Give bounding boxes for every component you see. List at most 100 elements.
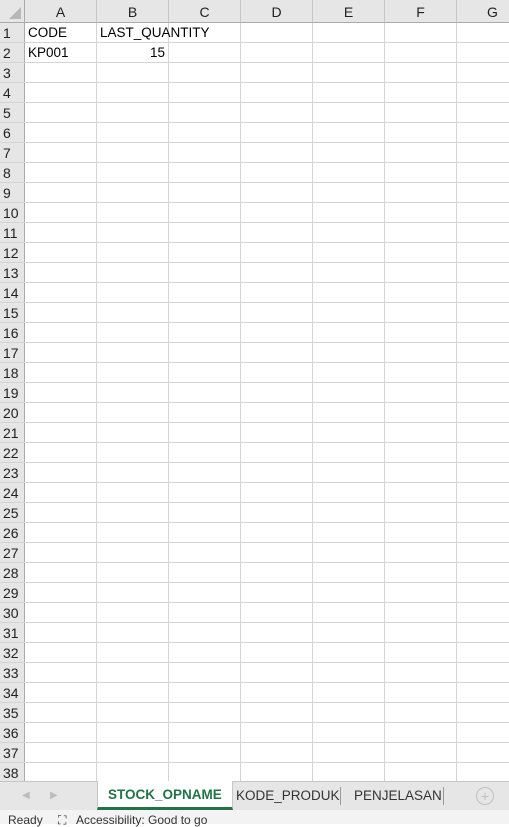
cell-c27[interactable]: [169, 543, 241, 562]
cell-e29[interactable]: [313, 583, 385, 602]
column-header-e[interactable]: E: [313, 0, 385, 22]
cell-b30[interactable]: [97, 603, 169, 622]
cell-g14[interactable]: [457, 283, 509, 302]
row-header[interactable]: 31: [0, 623, 25, 642]
cell-b14[interactable]: [97, 283, 169, 302]
cell-f1[interactable]: [385, 23, 457, 42]
cell-e7[interactable]: [313, 143, 385, 162]
cell-d8[interactable]: [241, 163, 313, 182]
cell-a25[interactable]: [25, 503, 97, 522]
cell-c11[interactable]: [169, 223, 241, 242]
cell-g7[interactable]: [457, 143, 509, 162]
cell-e14[interactable]: [313, 283, 385, 302]
cell-d18[interactable]: [241, 363, 313, 382]
row-header[interactable]: 2: [0, 43, 25, 62]
cell-c8[interactable]: [169, 163, 241, 182]
cell-b1[interactable]: LAST_QUANTITY: [97, 23, 210, 42]
cell-g8[interactable]: [457, 163, 509, 182]
cell-d34[interactable]: [241, 683, 313, 702]
cell-a16[interactable]: [25, 323, 97, 342]
cell-a30[interactable]: [25, 603, 97, 622]
row-header[interactable]: 32: [0, 643, 25, 662]
cell-c37[interactable]: [169, 743, 241, 762]
cell-c9[interactable]: [169, 183, 241, 202]
cell-e10[interactable]: [313, 203, 385, 222]
cell-d6[interactable]: [241, 123, 313, 142]
cell-e30[interactable]: [313, 603, 385, 622]
cell-c31[interactable]: [169, 623, 241, 642]
cell-e32[interactable]: [313, 643, 385, 662]
row-header[interactable]: 38: [0, 763, 25, 781]
cell-a2[interactable]: KP001: [25, 43, 97, 62]
cell-a38[interactable]: [25, 763, 97, 781]
cell-b21[interactable]: [97, 423, 169, 442]
cell-f16[interactable]: [385, 323, 457, 342]
cell-d32[interactable]: [241, 643, 313, 662]
cell-e37[interactable]: [313, 743, 385, 762]
cell-a19[interactable]: [25, 383, 97, 402]
cell-d26[interactable]: [241, 523, 313, 542]
cell-f28[interactable]: [385, 563, 457, 582]
cell-b33[interactable]: [97, 663, 169, 682]
cell-f11[interactable]: [385, 223, 457, 242]
cell-b23[interactable]: [97, 463, 169, 482]
cell-d30[interactable]: [241, 603, 313, 622]
cell-e18[interactable]: [313, 363, 385, 382]
cell-b7[interactable]: [97, 143, 169, 162]
row-header[interactable]: 14: [0, 283, 25, 302]
cell-c23[interactable]: [169, 463, 241, 482]
cell-b18[interactable]: [97, 363, 169, 382]
cell-e38[interactable]: [313, 763, 385, 781]
cell-f3[interactable]: [385, 63, 457, 82]
cell-g17[interactable]: [457, 343, 509, 362]
row-header[interactable]: 7: [0, 143, 25, 162]
cell-c15[interactable]: [169, 303, 241, 322]
cell-b2[interactable]: 15: [97, 43, 169, 62]
cell-e36[interactable]: [313, 723, 385, 742]
cell-c20[interactable]: [169, 403, 241, 422]
cell-d37[interactable]: [241, 743, 313, 762]
cell-f20[interactable]: [385, 403, 457, 422]
cell-g12[interactable]: [457, 243, 509, 262]
cell-a34[interactable]: [25, 683, 97, 702]
cell-g25[interactable]: [457, 503, 509, 522]
cell-g22[interactable]: [457, 443, 509, 462]
cell-e6[interactable]: [313, 123, 385, 142]
column-header-c[interactable]: C: [169, 0, 241, 22]
cell-d20[interactable]: [241, 403, 313, 422]
cell-d13[interactable]: [241, 263, 313, 282]
cell-a12[interactable]: [25, 243, 97, 262]
cell-a18[interactable]: [25, 363, 97, 382]
cell-e17[interactable]: [313, 343, 385, 362]
cell-f37[interactable]: [385, 743, 457, 762]
cell-d15[interactable]: [241, 303, 313, 322]
cell-a28[interactable]: [25, 563, 97, 582]
cell-d27[interactable]: [241, 543, 313, 562]
cell-a14[interactable]: [25, 283, 97, 302]
cell-f19[interactable]: [385, 383, 457, 402]
cell-a8[interactable]: [25, 163, 97, 182]
sheet-tab-penjelasan[interactable]: PENJELASAN: [344, 782, 452, 809]
accessibility-status[interactable]: Accessibility: Good to go: [76, 813, 207, 827]
cell-c7[interactable]: [169, 143, 241, 162]
cell-f4[interactable]: [385, 83, 457, 102]
cell-a33[interactable]: [25, 663, 97, 682]
cell-g16[interactable]: [457, 323, 509, 342]
cell-b31[interactable]: [97, 623, 169, 642]
cell-a21[interactable]: [25, 423, 97, 442]
sheet-tab-kode-produk[interactable]: KODE_PRODUK: [226, 782, 350, 809]
cell-f17[interactable]: [385, 343, 457, 362]
cell-f33[interactable]: [385, 663, 457, 682]
cell-b12[interactable]: [97, 243, 169, 262]
cell-d36[interactable]: [241, 723, 313, 742]
cell-e31[interactable]: [313, 623, 385, 642]
cell-f27[interactable]: [385, 543, 457, 562]
row-header[interactable]: 30: [0, 603, 25, 622]
cell-g30[interactable]: [457, 603, 509, 622]
cell-b19[interactable]: [97, 383, 169, 402]
cell-c3[interactable]: [169, 63, 241, 82]
cell-c35[interactable]: [169, 703, 241, 722]
cell-f18[interactable]: [385, 363, 457, 382]
cell-c5[interactable]: [169, 103, 241, 122]
cell-b26[interactable]: [97, 523, 169, 542]
